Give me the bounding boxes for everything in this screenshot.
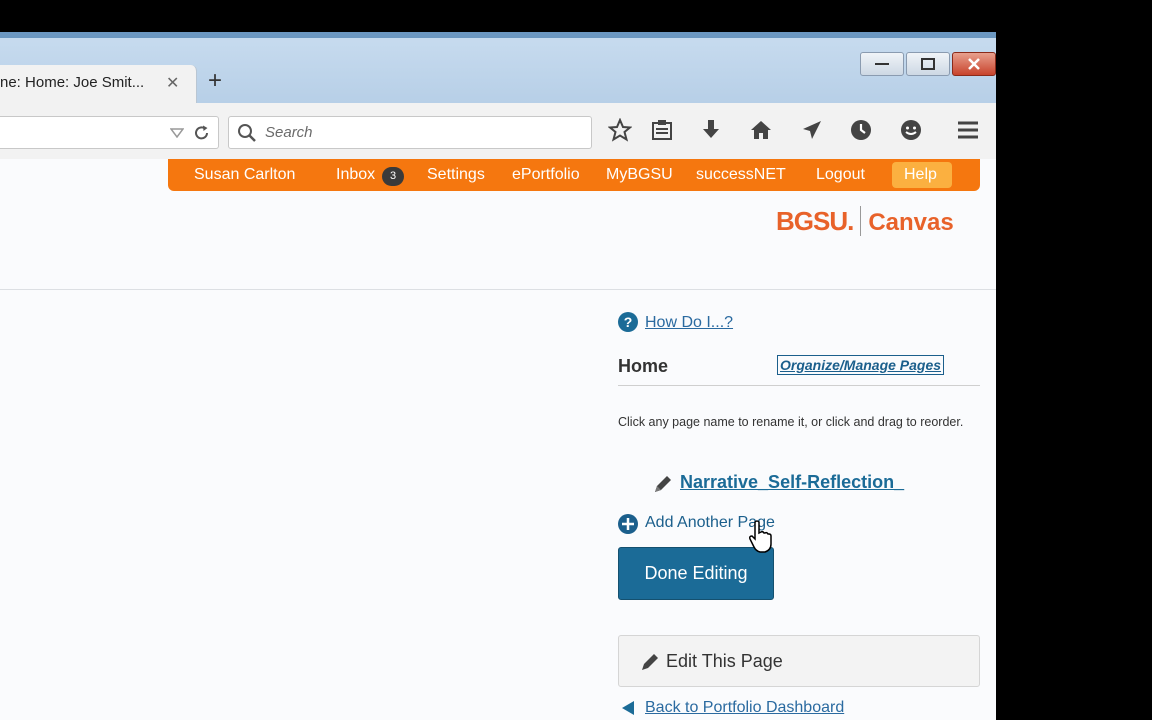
browser-window: ne: Home: Joe Smit... ✕ + Search Susan C…	[0, 32, 996, 720]
hamburger-menu-icon[interactable]	[956, 118, 980, 142]
new-tab-button[interactable]: +	[208, 69, 222, 93]
minimize-button[interactable]	[860, 52, 904, 76]
send-icon[interactable]	[800, 118, 824, 142]
back-arrow-icon	[622, 701, 634, 715]
maximize-button[interactable]	[906, 52, 950, 76]
bookmarks-menu-icon[interactable]	[650, 118, 674, 142]
instructions-text: Click any page name to rename it, or cli…	[618, 415, 964, 429]
tab-close-icon[interactable]: ✕	[166, 73, 179, 93]
chat-icon[interactable]	[899, 118, 923, 142]
home-icon[interactable]	[749, 118, 773, 142]
reload-icon[interactable]	[193, 124, 211, 142]
bgsu-canvas-logo[interactable]: BGSU. Canvas	[776, 206, 954, 237]
top-nav: Susan Carlton Inbox 3 Settings ePortfoli…	[168, 159, 980, 191]
nav-eportfolio[interactable]: ePortfolio	[512, 166, 580, 184]
plus-circle-icon	[618, 514, 638, 534]
help-label: Help	[904, 166, 937, 183]
browser-tab[interactable]: ne: Home: Joe Smit... ✕	[0, 65, 197, 104]
svg-text:?: ?	[624, 314, 633, 330]
edit-this-page-button[interactable]: Edit This Page	[618, 635, 980, 687]
pencil-icon	[655, 476, 671, 492]
inbox-count-badge: 3	[382, 167, 404, 186]
page-item-link[interactable]: Narrative_Self-Reflection_	[680, 472, 904, 493]
help-circle-icon: ?	[618, 312, 638, 332]
nav-toolbar: Search	[0, 103, 996, 160]
back-to-dashboard-link[interactable]: Back to Portfolio Dashboard	[645, 699, 844, 717]
help-button[interactable]: Help	[892, 162, 952, 188]
hand-cursor-icon	[749, 520, 772, 553]
header-divider	[0, 289, 996, 290]
search-icon	[238, 124, 256, 142]
title-bar: ne: Home: Joe Smit... ✕ +	[0, 32, 996, 104]
logo-canvas: Canvas	[868, 209, 954, 236]
nav-inbox[interactable]: Inbox	[336, 166, 375, 184]
search-input[interactable]: Search	[228, 116, 592, 149]
nav-logout[interactable]: Logout	[816, 166, 865, 184]
download-icon[interactable]	[699, 118, 723, 142]
search-placeholder: Search	[265, 124, 313, 141]
sidebar-divider	[618, 385, 980, 386]
dropdown-arrow-icon[interactable]	[170, 128, 184, 138]
home-heading: Home	[618, 356, 669, 376]
page-content: Susan Carlton Inbox 3 Settings ePortfoli…	[0, 159, 996, 720]
tab-title: ne: Home: Joe Smit...	[0, 74, 145, 91]
edit-this-page-label: Edit This Page	[666, 651, 783, 671]
organize-pages-link[interactable]: Organize/Manage Pages	[776, 355, 945, 375]
history-icon[interactable]	[849, 118, 873, 142]
nav-user[interactable]: Susan Carlton	[194, 166, 295, 184]
nav-mybgsu[interactable]: MyBGSU	[606, 166, 673, 184]
logo-bgsu: BGSU.	[776, 206, 854, 236]
bookmark-star-icon[interactable]	[608, 118, 632, 142]
nav-successnet[interactable]: successNET	[696, 166, 786, 184]
close-window-button[interactable]	[952, 52, 996, 76]
done-editing-button[interactable]: Done Editing	[618, 547, 774, 600]
edit-pencil-icon	[642, 654, 658, 670]
url-bar[interactable]	[0, 116, 219, 149]
nav-settings[interactable]: Settings	[427, 166, 485, 184]
how-do-i-link[interactable]: How Do I...?	[645, 314, 733, 332]
